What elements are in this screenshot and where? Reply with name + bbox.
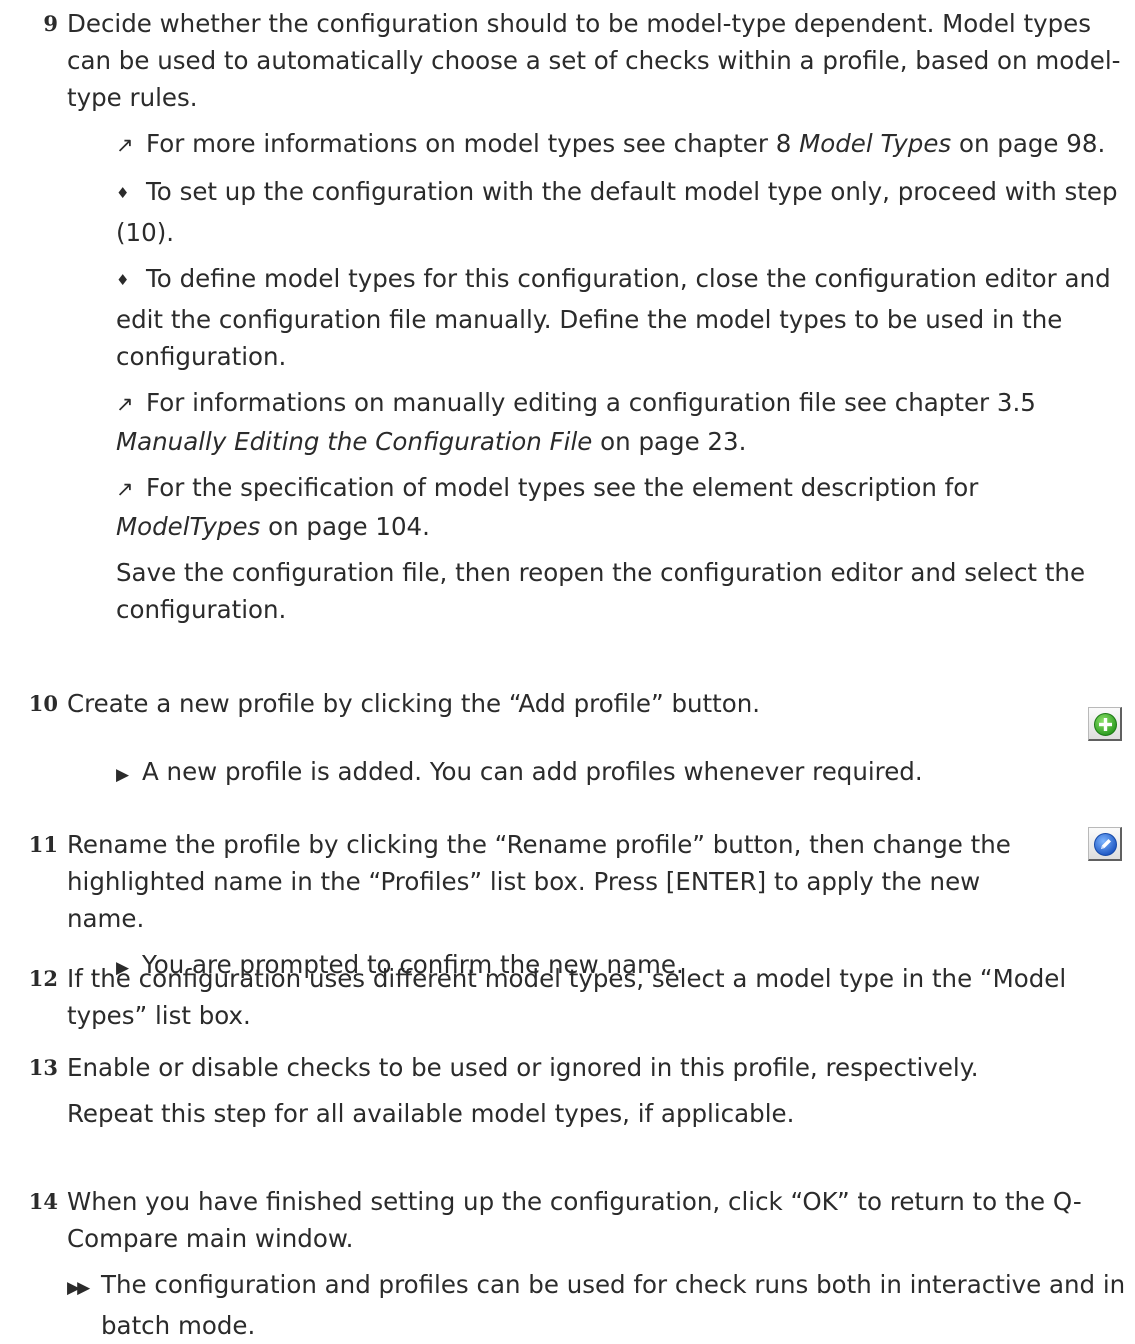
- reference-title: Manually Editing the Configuration File: [116, 427, 593, 456]
- bullet-icon: ♦: [116, 184, 130, 202]
- step-text: When you have finished setting up the co…: [67, 1187, 1082, 1253]
- reference-title: ModelTypes: [116, 512, 261, 541]
- step-body: Decide whether the configuration should …: [67, 5, 1129, 628]
- step-text: Enable or disable checks to be used or i…: [67, 1053, 979, 1082]
- step-note: Save the configuration file, then reopen…: [116, 558, 1086, 624]
- step-number: 9: [43, 11, 58, 36]
- rename-profile-icon: [1094, 833, 1117, 856]
- step-text: If the configuration uses different mode…: [67, 964, 1067, 1030]
- step-number: 14: [28, 1189, 58, 1214]
- final-result-arrow-icon: ▶▶: [67, 1278, 90, 1298]
- reference-icon: ↗: [116, 477, 134, 501]
- step-number: 12: [28, 966, 58, 991]
- option-item: ♦ To define model types for this configur…: [116, 264, 1111, 371]
- add-profile-icon: [1094, 713, 1117, 736]
- step-body: If the configuration uses different mode…: [67, 960, 1129, 1034]
- step-text: Rename the profile by clicking the “Rena…: [67, 830, 1011, 933]
- reference-line: ↗ For informations on manually editing a …: [116, 388, 1036, 456]
- step-note: Repeat this step for all available model…: [67, 1099, 795, 1128]
- add-profile-button[interactable]: [1088, 707, 1122, 741]
- step-number: 13: [28, 1055, 58, 1080]
- bullet-icon: ♦: [116, 271, 130, 289]
- step-body: When you have finished setting up the co…: [67, 1183, 1129, 1344]
- step-body: Create a new profile by clicking the “Ad…: [67, 685, 1065, 794]
- reference-icon: ↗: [116, 392, 134, 416]
- step-text: Create a new profile by clicking the “Ad…: [67, 689, 761, 718]
- reference-line: ↗ For the specification of model types se…: [116, 473, 979, 541]
- reference-icon: ↗: [116, 133, 134, 157]
- step-text: Decide whether the configuration should …: [67, 9, 1121, 112]
- final-result-line: ▶▶ The configuration and profiles can be …: [67, 1270, 1126, 1340]
- result-line: ▶ A new profile is added. You can add pro…: [67, 753, 1065, 794]
- step-number: 11: [28, 832, 58, 857]
- reference-title: Model Types: [799, 129, 952, 158]
- step-number: 10: [28, 691, 58, 716]
- reference-line: ↗ For more informations on model types se…: [67, 125, 1129, 164]
- rename-profile-button[interactable]: [1088, 827, 1122, 861]
- step-body: Enable or disable checks to be used or i…: [67, 1049, 1129, 1132]
- result-arrow-icon: ▶: [116, 765, 130, 785]
- option-item: ♦ To set up the configuration with the de…: [116, 177, 1118, 247]
